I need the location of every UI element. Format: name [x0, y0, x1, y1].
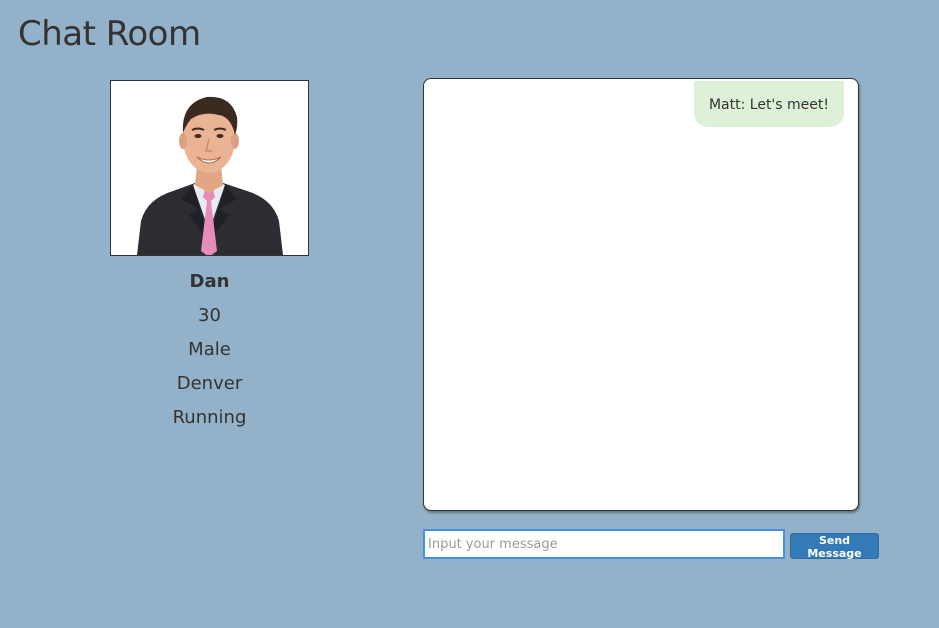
chat-message-window[interactable]: Matt: Let's meet!	[423, 78, 859, 511]
profile-photo	[110, 80, 309, 256]
profile-hobby: Running	[172, 407, 247, 428]
person-avatar-icon	[111, 81, 308, 255]
profile-gender: Male	[188, 339, 231, 360]
profile-name: Dan	[189, 271, 230, 292]
profile-age: 30	[198, 305, 221, 326]
user-profile: Dan 30 Male Denver Running	[110, 80, 309, 435]
chat-message: Matt: Let's meet!	[693, 81, 844, 127]
message-input[interactable]	[423, 529, 785, 559]
page-title: Chat Room	[18, 14, 201, 54]
profile-location: Denver	[176, 373, 243, 394]
send-message-button[interactable]: Send Message	[790, 533, 879, 560]
